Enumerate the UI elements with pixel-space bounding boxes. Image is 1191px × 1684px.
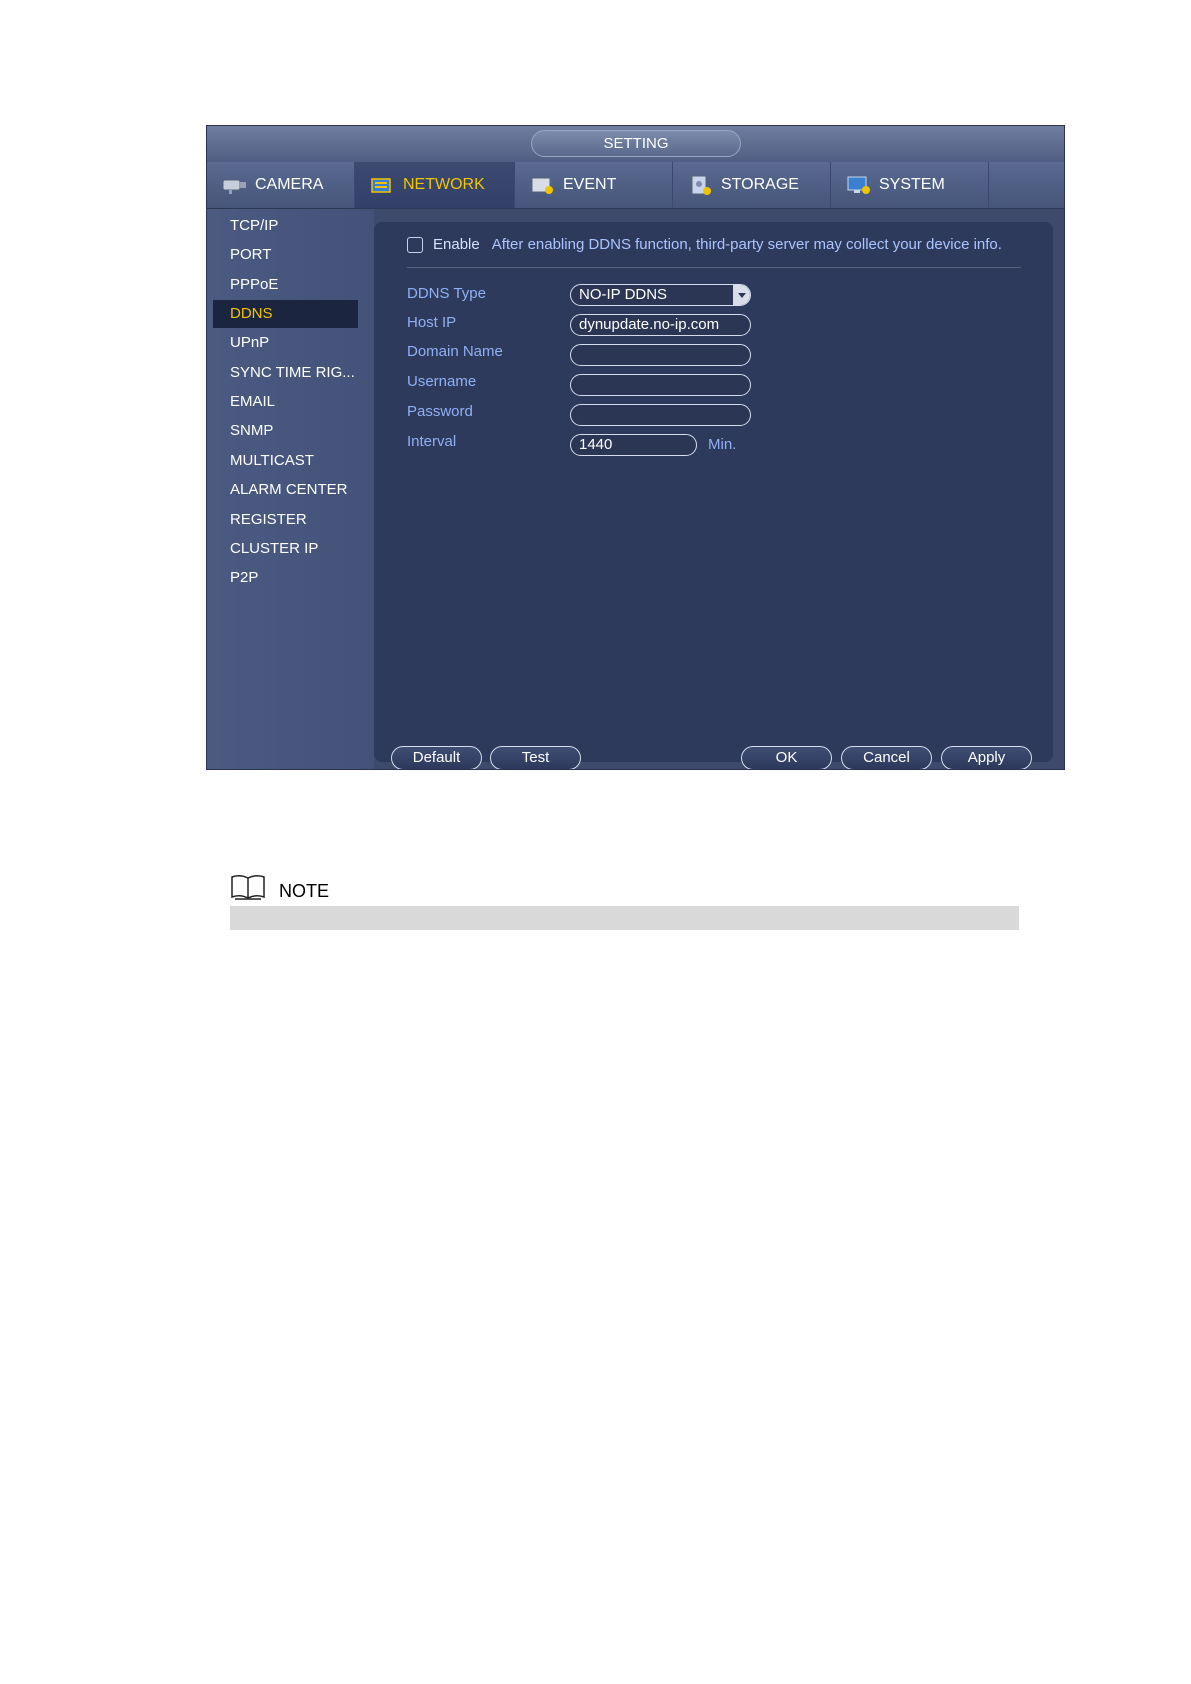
chevron-down-icon[interactable] — [733, 285, 750, 305]
note-title: NOTE — [279, 881, 330, 901]
sidebar-item-email[interactable]: EMAIL — [213, 388, 358, 416]
tab-network[interactable]: NETWORK — [355, 162, 515, 208]
tab-label: EVENT — [563, 176, 617, 193]
network-icon — [369, 174, 397, 196]
tab-camera[interactable]: CAMERA — [207, 162, 355, 208]
storage-icon — [687, 174, 715, 196]
sidebar-item-pppoe[interactable]: PPPoE — [213, 271, 358, 299]
sidebar-item-cluster-ip[interactable]: CLUSTER IP — [213, 535, 358, 563]
test-button[interactable]: Test — [490, 746, 581, 769]
enable-label: Enable — [433, 236, 480, 253]
sidebar-item-ddns[interactable]: DDNS — [213, 300, 358, 328]
sidebar-item-p2p[interactable]: P2P — [213, 564, 358, 592]
main-tab-bar: CAMERA NETWORK EVENT STORAGE SYSTEM — [207, 162, 1064, 209]
sidebar-item-alarm-center[interactable]: ALARM CENTER — [213, 476, 358, 504]
password-label: Password — [407, 403, 473, 420]
network-sidebar: TCP/IP PORT PPPoE DDNS UPnP SYNC TIME RI… — [207, 209, 374, 769]
tab-label: NETWORK — [403, 176, 485, 193]
username-label: Username — [407, 373, 477, 390]
cancel-button[interactable]: Cancel — [841, 746, 932, 769]
sidebar-item-register[interactable]: REGISTER — [213, 506, 358, 534]
note-bar — [230, 906, 1019, 930]
apply-button[interactable]: Apply — [941, 746, 1032, 769]
interval-label: Interval — [407, 433, 457, 450]
interval-input[interactable]: 1440 — [570, 434, 697, 456]
domain-name-label: Domain Name — [407, 343, 503, 360]
divider — [407, 267, 1021, 268]
host-ip-input[interactable]: dynupdate.no-ip.com — [570, 314, 751, 336]
enable-checkbox[interactable] — [407, 236, 423, 253]
ddns-type-label: DDNS Type — [407, 285, 486, 302]
tab-label: STORAGE — [721, 176, 799, 193]
sidebar-item-upnp[interactable]: UPnP — [213, 329, 358, 357]
title-bar: SETTING — [207, 126, 1064, 162]
interval-unit: Min. — [708, 436, 737, 453]
ddns-type-value: NO-IP DDNS — [579, 286, 668, 303]
event-icon — [529, 174, 557, 196]
domain-name-input[interactable] — [570, 344, 751, 366]
sidebar-item-port[interactable]: PORT — [213, 241, 358, 269]
default-button[interactable]: Default — [391, 746, 482, 769]
host-ip-label: Host IP — [407, 314, 457, 331]
tab-label: CAMERA — [255, 176, 324, 193]
ddns-privacy-notice: After enabling DDNS function, third-part… — [491, 236, 1002, 253]
sidebar-item-tcpip[interactable]: TCP/IP — [213, 212, 358, 240]
sidebar-item-snmp[interactable]: SNMP — [213, 417, 358, 445]
ok-button[interactable]: OK — [741, 746, 832, 769]
tab-storage[interactable]: STORAGE — [673, 162, 831, 208]
tab-event[interactable]: EVENT — [515, 162, 673, 208]
ddns-type-select[interactable]: NO-IP DDNS — [570, 284, 751, 306]
ddns-settings-panel: Enable After enabling DDNS function, thi… — [374, 222, 1053, 769]
book-icon — [230, 873, 266, 906]
enable-row: Enable After enabling DDNS function, thi… — [407, 236, 1002, 253]
settings-window: SETTING CAMERA NETWORK EVENT STORAGE SYS… — [206, 125, 1065, 770]
tab-system[interactable]: SYSTEM — [831, 162, 989, 208]
sidebar-item-sync-time[interactable]: SYNC TIME RIG... — [213, 359, 358, 387]
sidebar-item-multicast[interactable]: MULTICAST — [213, 447, 358, 475]
username-input[interactable] — [570, 374, 751, 396]
password-input[interactable] — [570, 404, 751, 426]
camera-icon — [221, 174, 249, 196]
system-icon — [845, 174, 873, 196]
window-title: SETTING — [531, 130, 741, 157]
tab-label: SYSTEM — [879, 176, 945, 193]
